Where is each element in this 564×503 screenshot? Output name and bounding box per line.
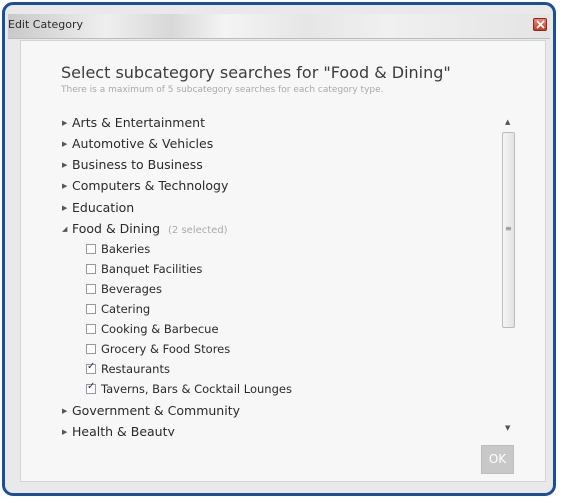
checkbox[interactable] xyxy=(86,243,96,254)
checkbox[interactable] xyxy=(86,303,96,314)
category-label: Food & Dining xyxy=(72,221,161,236)
dialog-heading: Select subcategory searches for "Food & … xyxy=(61,63,451,82)
checkmark-icon: ✓ xyxy=(87,360,96,372)
expand-arrow-icon[interactable]: ▶ xyxy=(62,407,72,415)
category-label: Health & Beauty xyxy=(72,424,175,436)
subcategory-item[interactable]: Catering xyxy=(86,302,150,320)
subcategory-item[interactable]: Cooking & Barbecue xyxy=(86,322,219,340)
subcategory-item[interactable]: Beverages xyxy=(86,282,162,300)
scroll-down-arrow-icon[interactable]: ▼ xyxy=(505,424,510,432)
dialog-subheading: There is a maximum of 5 subcategory sear… xyxy=(61,85,384,95)
checkmark-icon: ✓ xyxy=(87,380,96,392)
expand-arrow-icon[interactable]: ▶ xyxy=(62,119,72,127)
checkbox[interactable] xyxy=(86,263,96,274)
selected-count: (2 selected) xyxy=(168,225,228,236)
checkbox[interactable] xyxy=(86,283,96,294)
checkbox[interactable] xyxy=(86,323,96,334)
category-item[interactable]: ▶ Arts & Entertainment xyxy=(62,115,205,135)
subcategory-label: Beverages xyxy=(101,282,162,296)
category-item[interactable]: ▶ Education xyxy=(62,200,134,220)
expand-arrow-icon[interactable]: ▶ xyxy=(62,161,72,169)
category-label: Automotive & Vehicles xyxy=(72,136,214,151)
subcategory-item[interactable]: ✓ Taverns, Bars & Cocktail Lounges xyxy=(86,380,292,400)
subcategory-label: Banquet Facilities xyxy=(101,262,203,276)
collapse-arrow-icon[interactable]: ◢ xyxy=(62,225,72,233)
category-item[interactable]: ▶ Health & Beauty xyxy=(62,424,175,436)
expand-arrow-icon[interactable]: ▶ xyxy=(62,428,72,436)
subcategory-label: Bakeries xyxy=(101,242,151,256)
subcategory-item[interactable]: Banquet Facilities xyxy=(86,262,202,280)
category-label: Government & Community xyxy=(72,403,240,418)
scroll-up-arrow-icon[interactable]: ▲ xyxy=(505,118,510,126)
close-button[interactable] xyxy=(533,18,547,31)
subcategory-label: Catering xyxy=(101,302,151,316)
category-label: Arts & Entertainment xyxy=(72,115,205,130)
title-bar[interactable] xyxy=(8,14,550,39)
category-item-food-dining[interactable]: ◢ Food & Dining (2 selected) xyxy=(62,221,228,241)
subcategory-item[interactable]: ✓ Restaurants xyxy=(86,360,170,380)
expand-arrow-icon[interactable]: ▶ xyxy=(62,182,72,190)
scrollbar-thumb[interactable]: ≡ xyxy=(502,132,515,328)
window-title: Edit Category xyxy=(8,18,84,31)
grip-icon: ≡ xyxy=(505,224,512,233)
checkbox-checked[interactable]: ✓ xyxy=(86,380,96,394)
ok-button[interactable]: OK xyxy=(481,445,514,474)
category-item[interactable]: ▶ Business to Business xyxy=(62,157,203,177)
expand-arrow-icon[interactable]: ▶ xyxy=(62,140,72,148)
category-label: Education xyxy=(72,200,135,215)
subcategory-label: Grocery & Food Stores xyxy=(101,342,231,356)
category-label: Computers & Technology xyxy=(72,178,229,193)
category-label: Business to Business xyxy=(72,157,203,172)
vertical-scrollbar[interactable]: ▲ ≡ ▼ xyxy=(499,118,519,434)
checkbox-checked[interactable]: ✓ xyxy=(86,360,96,374)
checkbox[interactable] xyxy=(86,343,96,354)
subcategory-label: Restaurants xyxy=(101,362,170,376)
category-item[interactable]: ▶ Computers & Technology xyxy=(62,178,228,198)
subcategory-item[interactable]: Bakeries xyxy=(86,242,150,260)
subcategory-label: Cooking & Barbecue xyxy=(101,322,219,336)
category-item[interactable]: ▶ Government & Community xyxy=(62,403,240,423)
subcategory-item[interactable]: Grocery & Food Stores xyxy=(86,342,230,360)
category-item[interactable]: ▶ Automotive & Vehicles xyxy=(62,136,213,156)
expand-arrow-icon[interactable]: ▶ xyxy=(62,204,72,212)
subcategory-label: Taverns, Bars & Cocktail Lounges xyxy=(101,382,292,396)
close-icon xyxy=(536,20,545,29)
